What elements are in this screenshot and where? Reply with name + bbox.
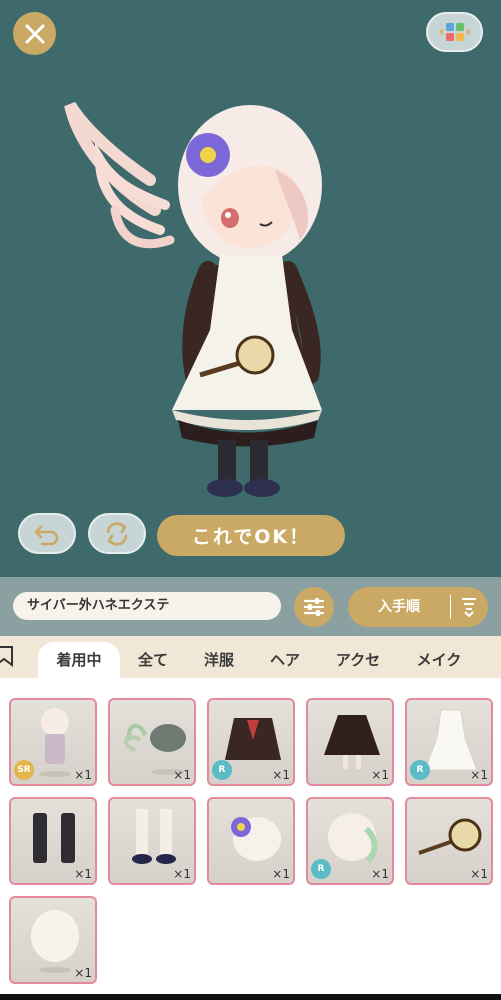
item-card-socks[interactable]: ×1 (9, 797, 97, 885)
item-card-tambourine[interactable]: ×1 (405, 797, 493, 885)
avatar-character (64, 101, 322, 497)
tab-accessory[interactable]: アクセ (326, 642, 390, 678)
item-quantity: ×1 (272, 867, 290, 881)
rarity-badge: R (410, 760, 430, 780)
shuffle-icon (106, 521, 128, 546)
item-quantity: ×1 (173, 768, 191, 782)
avatar-stage: これでOK！ (0, 0, 501, 577)
item-card-base-hair[interactable]: ×1 (9, 896, 97, 984)
item-quantity: ×1 (74, 768, 92, 782)
close-icon (25, 24, 44, 43)
palette-button[interactable] (426, 12, 483, 52)
tab-hair[interactable]: ヘア (260, 642, 310, 678)
close-button[interactable] (13, 12, 56, 55)
tab-clothes[interactable]: 洋服 (194, 642, 244, 678)
tab-all[interactable]: 全て (128, 642, 178, 678)
rarity-badge: SR (14, 760, 34, 780)
bottom-edge (0, 994, 501, 1000)
item-card-loafers[interactable]: ×1 (108, 797, 196, 885)
item-card-hair-extension[interactable]: ×1 (108, 698, 196, 786)
item-quantity: ×1 (470, 867, 488, 881)
item-quantity: ×1 (470, 768, 488, 782)
item-grid: SR ×1 ×1 R ×1 ×1 R ×1 ×1 ×1 ×1 R ×1 ×1 ×… (0, 678, 501, 994)
shuffle-button[interactable] (88, 513, 146, 554)
undo-button[interactable] (18, 513, 76, 554)
item-card-sailor-top[interactable]: R ×1 (207, 698, 295, 786)
item-card-apron[interactable]: R ×1 (405, 698, 493, 786)
item-card-hairpin[interactable]: ×1 (207, 797, 295, 885)
sort-order-icon[interactable] (458, 595, 480, 619)
item-quantity: ×1 (74, 867, 92, 881)
item-card-full-outfit[interactable]: SR ×1 (9, 698, 97, 786)
item-card-gradient-hair[interactable]: R ×1 (306, 797, 394, 885)
filter-bar: サイバー外ハネエクステ 入手順 (0, 577, 501, 636)
sliders-icon (303, 598, 325, 616)
item-quantity: ×1 (74, 966, 92, 980)
item-quantity: ×1 (371, 768, 389, 782)
rarity-badge: R (212, 760, 232, 780)
item-quantity: ×1 (173, 867, 191, 881)
tab-makeup[interactable]: メイク (406, 642, 472, 678)
item-card-skirt[interactable]: ×1 (306, 698, 394, 786)
tab-wearing[interactable]: 着用中 (38, 642, 120, 678)
sort-divider (450, 595, 451, 619)
sort-button[interactable]: 入手順 (348, 587, 488, 627)
item-quantity: ×1 (272, 768, 290, 782)
rarity-badge: R (311, 859, 331, 879)
confirm-ok-button[interactable]: これでOK！ (157, 515, 345, 556)
search-input[interactable]: サイバー外ハネエクステ (13, 592, 281, 620)
bookmark-icon[interactable] (0, 645, 14, 667)
sort-label: 入手順 (378, 599, 420, 615)
color-grid-icon (438, 23, 471, 41)
filter-settings-button[interactable] (294, 587, 334, 627)
undo-icon (34, 525, 59, 545)
item-quantity: ×1 (371, 867, 389, 881)
category-tabs: 着用中 全て 洋服 ヘア アクセ メイク (0, 636, 501, 678)
